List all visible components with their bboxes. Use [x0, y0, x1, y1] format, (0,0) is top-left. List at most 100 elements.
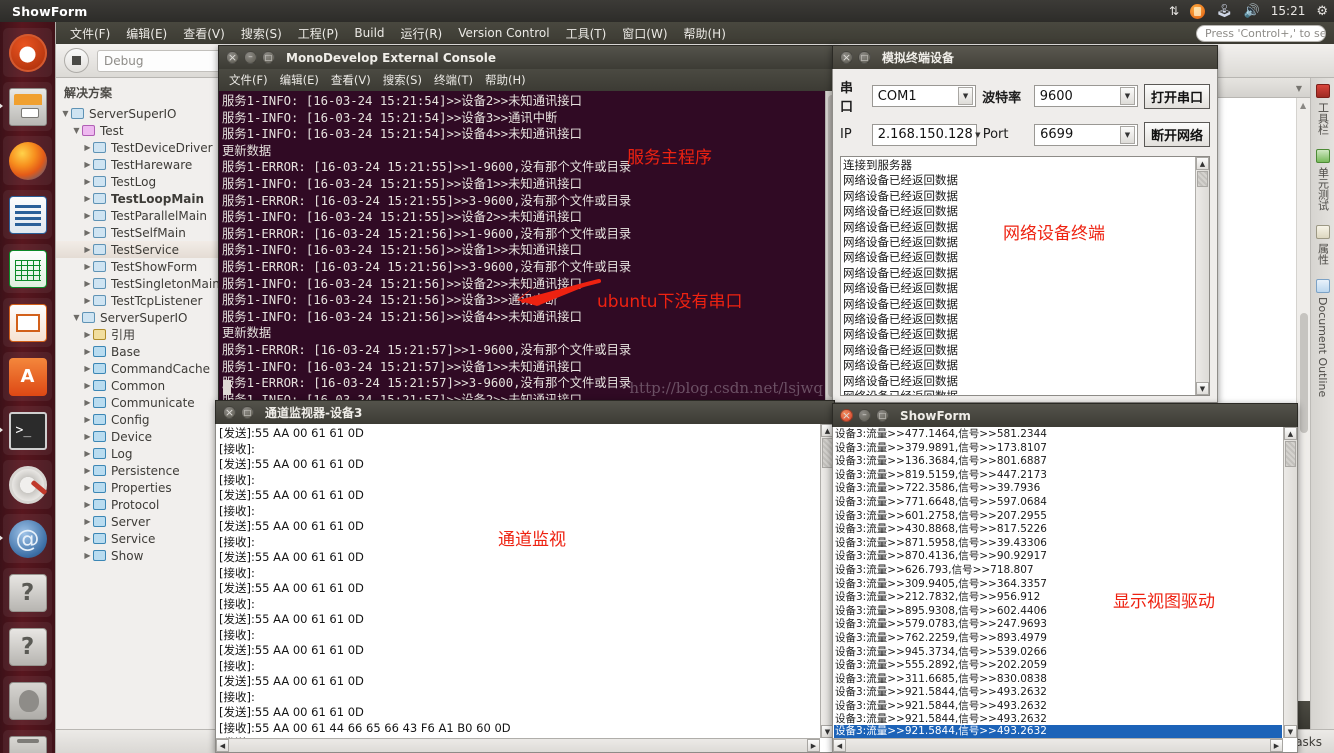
chevron-right-icon[interactable]: ▶: [82, 177, 93, 186]
scroll-left-icon[interactable]: ◀: [216, 739, 229, 752]
chevron-right-icon[interactable]: ▶: [82, 381, 93, 390]
maximize-icon[interactable]: [262, 51, 275, 64]
tree-node[interactable]: ▶ TestLog: [56, 173, 220, 190]
volume-icon[interactable]: 🔊: [1244, 5, 1260, 18]
close-icon[interactable]: [223, 406, 236, 419]
pad-tab-properties[interactable]: 属性: [1315, 225, 1331, 265]
stop-button[interactable]: [64, 48, 89, 73]
clock-indicator[interactable]: 15:21: [1271, 4, 1306, 18]
tree-node[interactable]: ▶ Service: [56, 530, 220, 547]
tree-node[interactable]: ▶ TestService: [56, 241, 220, 258]
external-console-titlebar[interactable]: MonoDevelop External Console: [218, 45, 838, 69]
chevron-down-icon[interactable]: ▼: [60, 109, 71, 118]
chevron-right-icon[interactable]: ▶: [82, 160, 93, 169]
scrollbar-thumb[interactable]: [1285, 441, 1296, 467]
menu-item-run[interactable]: 运行(R): [393, 23, 451, 44]
tree-node[interactable]: ▶ Device: [56, 428, 220, 445]
chevron-right-icon[interactable]: ▶: [82, 279, 93, 288]
configuration-combo[interactable]: Debug ▲▼: [97, 49, 237, 72]
menu-item-version-control[interactable]: Version Control: [450, 24, 557, 42]
tree-node[interactable]: ▶ Common: [56, 377, 220, 394]
chevron-down-icon[interactable]: ▼: [71, 313, 82, 322]
chevron-right-icon[interactable]: ▶: [82, 415, 93, 424]
tree-node[interactable]: ▶ TestDeviceDriver: [56, 139, 220, 156]
tree-node[interactable]: ▶ Properties: [56, 479, 220, 496]
launcher-item-impress[interactable]: [3, 298, 52, 347]
launcher-item-writer[interactable]: [3, 190, 52, 239]
serial-port-combo[interactable]: COM1 ▼: [871, 85, 977, 107]
pad-tab-document-outline[interactable]: Document Outline: [1315, 279, 1330, 397]
menu-item-view[interactable]: 查看(V): [175, 23, 233, 44]
scroll-down-icon[interactable]: ▼: [1196, 382, 1209, 395]
chevron-right-icon[interactable]: ▶: [82, 262, 93, 271]
chevron-right-icon[interactable]: ▶: [82, 364, 93, 373]
tree-node[interactable]: ▶ TestSelfMain: [56, 224, 220, 241]
global-search-input[interactable]: Press 'Control+,' to search: [1196, 24, 1326, 42]
scroll-right-icon[interactable]: ▶: [1270, 739, 1283, 752]
chevron-right-icon[interactable]: ▶: [82, 330, 93, 339]
disconnect-network-button[interactable]: 断开网络: [1144, 122, 1210, 147]
launcher-item-settings[interactable]: [3, 460, 52, 509]
scroll-left-icon[interactable]: ◀: [833, 739, 846, 752]
tree-node[interactable]: ▶ CommandCache: [56, 360, 220, 377]
minimize-icon[interactable]: [244, 51, 257, 64]
menu-item-project[interactable]: 工程(P): [290, 23, 347, 44]
close-icon[interactable]: [226, 51, 239, 64]
chevron-right-icon[interactable]: ▶: [82, 194, 93, 203]
chevron-down-icon[interactable]: ▼: [71, 126, 82, 135]
menu-item-search[interactable]: 搜索(S): [233, 23, 290, 44]
tree-node[interactable]: ▶ Persistence: [56, 462, 220, 479]
chevron-right-icon[interactable]: ▶: [82, 500, 93, 509]
document-vertical-scrollbar[interactable]: ▲: [1296, 98, 1310, 701]
chevron-right-icon[interactable]: ▶: [82, 551, 93, 560]
menu-item-edit[interactable]: 编辑(E): [118, 23, 175, 44]
pad-tab-unit-test[interactable]: 单元测试: [1315, 149, 1331, 211]
chevron-right-icon[interactable]: ▶: [82, 466, 93, 475]
baud-rate-combo[interactable]: 9600 ▼: [1033, 85, 1138, 107]
launcher-item-terminal[interactable]: [0, 406, 52, 455]
tree-node[interactable]: ▼ ServerSuperIO: [56, 309, 220, 326]
console-menu-terminal[interactable]: 终端(T): [428, 70, 479, 90]
tree-node[interactable]: ▶ TestParallelMain: [56, 207, 220, 224]
chevron-right-icon[interactable]: ▶: [82, 143, 93, 152]
menu-item-window[interactable]: 窗口(W): [614, 23, 675, 44]
chevron-down-icon[interactable]: ▼: [958, 87, 974, 105]
terminal-log-vertical-scrollbar[interactable]: ▲ ▼: [1195, 157, 1209, 395]
scrollbar-thumb[interactable]: [1300, 313, 1308, 433]
chevron-right-icon[interactable]: ▶: [82, 517, 93, 526]
minimize-icon[interactable]: [858, 409, 871, 422]
maximize-icon[interactable]: [876, 409, 889, 422]
launcher-item-ubuntu-dash[interactable]: [3, 28, 52, 77]
launcher-item-monodevelop[interactable]: [0, 514, 52, 563]
launcher-item-files[interactable]: [0, 82, 52, 131]
tree-node[interactable]: ▶ Config: [56, 411, 220, 428]
launcher-item-unknown-2[interactable]: [3, 622, 52, 671]
tree-node[interactable]: ▶ Base: [56, 343, 220, 360]
tree-node[interactable]: ▶ 引用: [56, 326, 220, 343]
gear-icon[interactable]: ⚙: [1316, 5, 1328, 18]
launcher-item-calc[interactable]: [3, 244, 52, 293]
menu-item-file[interactable]: 文件(F): [62, 23, 118, 44]
channel-monitor-horizontal-scrollbar[interactable]: ◀ ▶: [216, 738, 820, 752]
chevron-right-icon[interactable]: ▶: [82, 449, 93, 458]
console-menu-edit[interactable]: 编辑(E): [274, 70, 325, 90]
tree-node[interactable]: ▶ Log: [56, 445, 220, 462]
showform-vertical-scrollbar[interactable]: ▲ ▼: [1283, 427, 1297, 738]
ip-combo[interactable]: 2.168.150.128 ▼: [871, 123, 980, 146]
chevron-right-icon[interactable]: ▶: [82, 432, 93, 441]
console-menu-help[interactable]: 帮助(H): [479, 70, 532, 90]
chevron-down-icon[interactable]: ▼: [1120, 125, 1135, 144]
chevron-right-icon[interactable]: ▶: [82, 228, 93, 237]
close-icon[interactable]: [840, 409, 853, 422]
tree-node[interactable]: ▶ Protocol: [56, 496, 220, 513]
scroll-up-icon[interactable]: ▲: [1300, 101, 1306, 110]
maximize-icon[interactable]: [858, 51, 871, 64]
launcher-item-firefox[interactable]: [3, 136, 52, 185]
simulated-terminal-titlebar[interactable]: 模拟终端设备: [832, 45, 1218, 69]
chevron-down-icon[interactable]: ▼: [1119, 87, 1135, 105]
tree-node[interactable]: ▶ TestHareware: [56, 156, 220, 173]
console-menu-file[interactable]: 文件(F): [223, 70, 274, 90]
chevron-right-icon[interactable]: ▶: [82, 211, 93, 220]
chevron-right-icon[interactable]: ▶: [82, 398, 93, 407]
channel-monitor-titlebar[interactable]: 通道监视器-设备3: [215, 400, 835, 424]
